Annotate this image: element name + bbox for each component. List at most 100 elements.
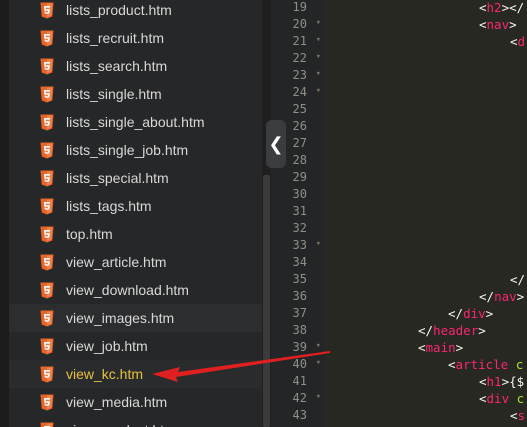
line-number: 35: [292, 272, 307, 286]
file-name: view_download.htm: [66, 282, 189, 298]
html5-icon: [40, 226, 54, 242]
line-number: 33 ▾: [292, 236, 321, 253]
code-line[interactable]: [324, 84, 527, 101]
line-number: 29: [292, 170, 307, 184]
file-name: top.htm: [66, 226, 113, 242]
code-line[interactable]: [324, 186, 527, 203]
code-line[interactable]: [324, 152, 527, 169]
code-line[interactable]: <d: [324, 33, 527, 50]
file-name: lists_single.htm: [66, 86, 162, 102]
code-line[interactable]: </header>: [324, 322, 527, 339]
file-item[interactable]: lists_product.htm: [9, 0, 262, 24]
code-line[interactable]: [324, 67, 527, 84]
code-line[interactable]: </div>: [324, 305, 527, 322]
code-line[interactable]: <nav>: [324, 16, 527, 33]
code-line[interactable]: [324, 254, 527, 271]
code-line[interactable]: [324, 169, 527, 186]
html5-icon: [40, 86, 54, 102]
fold-toggle-icon[interactable]: ▾: [316, 66, 321, 83]
html5-icon: [40, 170, 54, 186]
file-item[interactable]: top.htm: [9, 220, 262, 248]
file-item[interactable]: view_images.htm: [9, 304, 262, 332]
code-line[interactable]: [324, 203, 527, 220]
line-number: 34: [292, 255, 307, 269]
file-item[interactable]: view_kc.htm: [9, 360, 262, 388]
code-line[interactable]: <div c: [324, 390, 527, 407]
file-name: lists_product.htm: [66, 2, 172, 18]
file-item[interactable]: lists_tags.htm: [9, 192, 262, 220]
code-line[interactable]: <main>: [324, 339, 527, 356]
file-list: lists_product.htm lists_recruit.htm lists_…: [9, 0, 262, 427]
file-explorer-sidebar: lists_product.htm lists_recruit.htm lists_…: [9, 0, 262, 427]
file-name: lists_single_job.htm: [66, 142, 189, 158]
fold-toggle-icon[interactable]: ▾: [316, 338, 321, 355]
code-line[interactable]: <h1>{$: [324, 373, 527, 390]
chevron-left-icon: ❮: [268, 133, 284, 154]
line-number: 37: [292, 306, 307, 320]
html5-icon: [40, 2, 54, 18]
code-line[interactable]: [324, 118, 527, 135]
html5-icon: [40, 310, 54, 326]
html5-icon: [40, 338, 54, 354]
file-name: view_product.htm: [66, 422, 176, 427]
fold-toggle-icon[interactable]: ▾: [316, 389, 321, 406]
fold-toggle-icon[interactable]: ▾: [316, 15, 321, 32]
code-line[interactable]: </: [324, 271, 527, 288]
file-name: lists_single_about.htm: [66, 114, 205, 130]
line-number-column: 19 20 ▾ 21 ▾ 22 ▾ 23 ▾ 24 ▾ 25 26 27 28 29 30 31 32 33 ▾ 34 35…: [271, 0, 323, 424]
file-item[interactable]: view_media.htm: [9, 388, 262, 416]
code-line[interactable]: [324, 237, 527, 254]
fold-toggle-icon[interactable]: ▾: [316, 32, 321, 49]
line-number: 38: [292, 323, 307, 337]
file-name: lists_recruit.htm: [66, 30, 165, 46]
code-line[interactable]: [324, 220, 527, 237]
fold-toggle-icon[interactable]: ▾: [316, 236, 321, 253]
line-number: 32: [292, 221, 307, 235]
line-number: 39 ▾: [292, 338, 321, 355]
file-item[interactable]: lists_single_job.htm: [9, 136, 262, 164]
file-item[interactable]: view_download.htm: [9, 276, 262, 304]
file-name: view_kc.htm: [66, 366, 144, 382]
window-left-edge: [0, 0, 9, 427]
fold-toggle-icon[interactable]: ▾: [316, 49, 321, 66]
line-number: 19: [292, 0, 307, 14]
html5-icon: [40, 198, 54, 214]
file-item[interactable]: lists_search.htm: [9, 52, 262, 80]
line-number: 42 ▾: [292, 389, 321, 406]
line-number: 31: [292, 204, 307, 218]
html5-icon: [40, 366, 54, 382]
line-number: 25: [292, 102, 307, 116]
code-line[interactable]: <article c: [324, 356, 527, 373]
code-line[interactable]: [324, 135, 527, 152]
line-number: 20 ▾: [292, 15, 321, 32]
file-name: view_job.htm: [66, 338, 148, 354]
html5-icon: [40, 282, 54, 298]
sidebar-scrollbar-thumb[interactable]: [263, 175, 270, 427]
file-item[interactable]: lists_recruit.htm: [9, 24, 262, 52]
html5-icon: [40, 114, 54, 130]
fold-toggle-icon[interactable]: ▾: [316, 83, 321, 100]
code-line[interactable]: [324, 50, 527, 67]
file-item[interactable]: lists_single.htm: [9, 80, 262, 108]
file-item[interactable]: lists_single_about.htm: [9, 108, 262, 136]
code-line[interactable]: <h2></: [324, 0, 527, 16]
line-number: 21 ▾: [292, 32, 321, 49]
line-number: 24 ▾: [292, 83, 321, 100]
file-item[interactable]: view_article.htm: [9, 248, 262, 276]
file-name: view_article.htm: [66, 254, 167, 270]
line-number: 41: [292, 374, 307, 388]
file-name: view_images.htm: [66, 310, 175, 326]
file-item[interactable]: lists_special.htm: [9, 164, 262, 192]
collapse-sidebar-button[interactable]: ❮: [266, 120, 286, 168]
code-line[interactable]: </nav>: [324, 288, 527, 305]
fold-toggle-icon[interactable]: ▾: [316, 355, 321, 372]
code-line[interactable]: [324, 101, 527, 118]
line-number: 23 ▾: [292, 66, 321, 83]
html5-icon: [40, 394, 54, 410]
line-number: 36: [292, 289, 307, 303]
code-line[interactable]: <s: [324, 407, 527, 424]
file-item[interactable]: view_product.htm: [9, 416, 262, 427]
file-name: lists_search.htm: [66, 58, 168, 74]
code-lines[interactable]: <h2></<nav> <d </</nav> </div> </header> <mai…: [324, 0, 527, 424]
file-item[interactable]: view_job.htm: [9, 332, 262, 360]
